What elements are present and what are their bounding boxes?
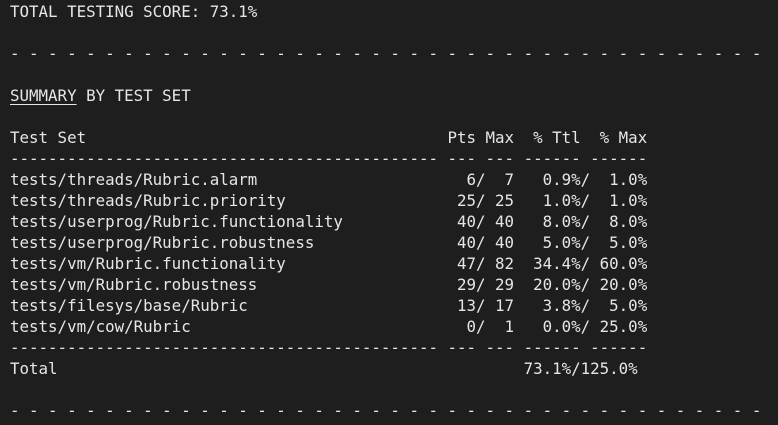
table-header: Test Set Pts Max % Ttl % Max xyxy=(10,128,648,147)
table-row: tests/threads/Rubric.alarm 6/ 7 0.9%/ 1.… xyxy=(10,170,648,189)
table-rule-bottom: ----------------------------------------… xyxy=(10,338,648,357)
table-rule-top: ----------------------------------------… xyxy=(10,149,648,168)
terminal-output: TOTAL TESTING SCORE: 73.1% - - - - - - -… xyxy=(0,0,778,425)
summary-heading: SUMMARY BY TEST SET xyxy=(10,85,191,106)
table-row: tests/threads/Rubric.priority 25/ 25 1.0… xyxy=(10,191,648,210)
total-score-line: TOTAL TESTING SCORE: 73.1% xyxy=(10,2,258,21)
dashed-separator-bottom: - - - - - - - - - - - - - - - - - - - - … xyxy=(10,401,762,420)
table-row: tests/vm/cow/Rubric 0/ 1 0.0%/ 25.0% xyxy=(10,317,648,336)
summary-heading-rest: BY TEST SET xyxy=(76,86,191,105)
table-row: tests/vm/Rubric.robustness 29/ 29 20.0%/… xyxy=(10,275,648,294)
table-row: tests/userprog/Rubric.functionality 40/ … xyxy=(10,212,648,231)
summary-heading-underlined: SUMMARY xyxy=(10,86,77,105)
table-row: tests/vm/Rubric.functionality 47/ 82 34.… xyxy=(10,254,648,273)
table-total-row: Total 73.1%/125.0% xyxy=(10,359,638,378)
table-row: tests/filesys/base/Rubric 13/ 17 3.8%/ 5… xyxy=(10,296,648,315)
dashed-separator-top: - - - - - - - - - - - - - - - - - - - - … xyxy=(10,44,762,63)
table-row: tests/userprog/Rubric.robustness 40/ 40 … xyxy=(10,233,648,252)
